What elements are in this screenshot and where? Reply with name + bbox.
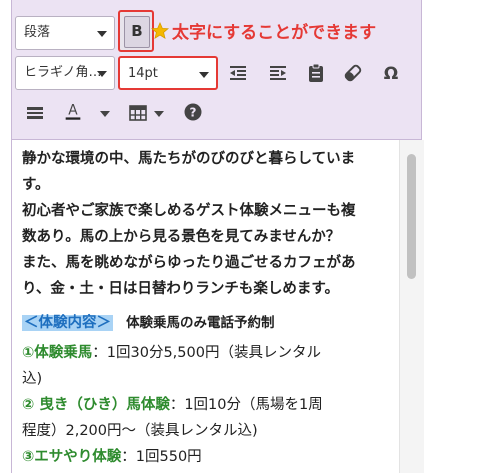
omega-icon[interactable]: Ω xyxy=(380,62,402,84)
editor-content[interactable]: 静かな環境の中、馬たちがのびのびと暮らしていま す。 初心者やご家族で楽しめるゲ… xyxy=(11,140,424,473)
text-color-icon[interactable]: A xyxy=(62,100,84,122)
menu-item-detail: 込) xyxy=(22,371,43,387)
chevron-down-icon[interactable] xyxy=(148,102,170,124)
horizontal-rule-icon[interactable] xyxy=(24,102,46,124)
menu-item-name: ② 曳き（ひき）馬体験 xyxy=(22,397,170,413)
menu-item-detail: ：1回30分5,500円（装具レンタル xyxy=(92,345,321,361)
menu-item-name: ③エサやり体験 xyxy=(22,449,122,465)
star-icon xyxy=(151,22,169,39)
text-line: 数あり。馬の上から見る景色を見てみませんか？ xyxy=(22,229,341,245)
intro-paragraph: 静かな環境の中、馬たちがのびのびと暮らしていま す。 初心者やご家族で楽しめるゲ… xyxy=(22,146,397,302)
svg-text:A: A xyxy=(68,103,78,119)
section-note: 体験乗馬のみ電話予約制 xyxy=(126,315,275,331)
svg-text:?: ? xyxy=(190,106,197,120)
editor-toolbar: 段落 B 太字にすることができます ヒラギノ角… 14pt Ω A ? xyxy=(11,0,422,140)
font-family-label: ヒラギノ角… xyxy=(24,65,102,80)
annotation-text: 太字にすることができます xyxy=(172,23,377,43)
menu-item: ①体験乗馬：1回30分5,500円（装具レンタル 込) xyxy=(22,340,397,392)
menu-item: ③エサやり体験：1回550円 xyxy=(22,444,397,470)
chevron-down-icon[interactable] xyxy=(94,102,116,124)
bold-button[interactable]: B xyxy=(118,10,154,52)
section-heading: ＜体験内容＞ xyxy=(22,315,113,331)
eraser-icon[interactable] xyxy=(342,62,364,84)
table-icon[interactable] xyxy=(127,102,149,124)
bold-label: B xyxy=(124,16,150,48)
chevron-down-icon xyxy=(199,72,209,78)
chevron-down-icon xyxy=(97,31,107,37)
menu-item-detail: 程度）2,200円～（装具レンタル込) xyxy=(22,423,258,439)
menu-item-detail: ：1回10分（馬場を1周 xyxy=(169,397,323,413)
font-size-label: 14pt xyxy=(128,66,158,81)
chevron-down-icon xyxy=(97,71,107,77)
text-line: す。 xyxy=(22,177,50,193)
text-line: 初心者やご家族で楽しめるゲスト体験メニューも複 xyxy=(22,203,356,219)
text-line: 静かな環境の中、馬たちがのびのびと暮らしていま xyxy=(22,151,356,167)
font-family-select[interactable]: ヒラギノ角… xyxy=(15,56,115,90)
menu-item-name: ①体験乗馬 xyxy=(22,345,93,361)
indent-decrease-icon[interactable] xyxy=(227,62,249,84)
text-line: り、金・土・日は日替わりランチも楽しめます。 xyxy=(22,281,339,297)
indent-increase-icon[interactable] xyxy=(267,62,289,84)
svg-text:Ω: Ω xyxy=(384,64,398,84)
scrollbar-thumb[interactable] xyxy=(407,154,416,279)
paragraph-format-select[interactable]: 段落 xyxy=(15,16,115,50)
vertical-scrollbar[interactable] xyxy=(399,140,424,473)
font-size-select[interactable]: 14pt xyxy=(118,56,218,90)
paragraph-format-label: 段落 xyxy=(24,25,51,40)
menu-item: ② 曳き（ひき）馬体験：1回10分（馬場を1周 程度）2,200円～（装具レンタ… xyxy=(22,392,397,444)
paste-icon[interactable] xyxy=(305,62,327,84)
help-icon[interactable]: ? xyxy=(182,101,204,123)
text-line: また、馬を眺めながらゆったり過ごせるカフェがあ xyxy=(22,255,356,271)
menu-item-detail: ：1回550円 xyxy=(121,449,202,465)
section-heading-line: ＜体験内容＞ 体験乗馬のみ電話予約制 xyxy=(22,310,397,336)
